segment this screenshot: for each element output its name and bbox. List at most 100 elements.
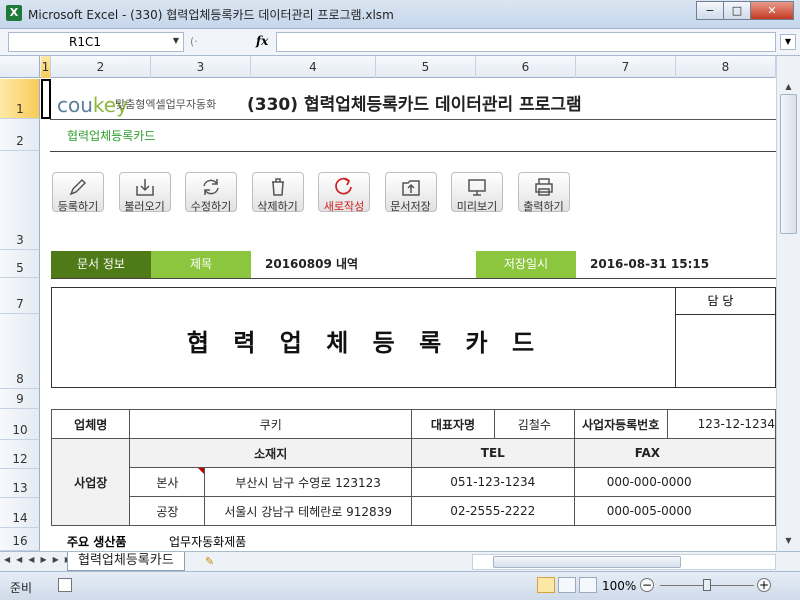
name-box[interactable]: R1C1 ▼ xyxy=(8,32,184,52)
company-info-table: 업체명 쿠키 대표자명 김철수 사업자등록번호 123-12-1234 사업장 … xyxy=(50,409,776,526)
expand-formula-bar-icon[interactable]: ▼ xyxy=(780,34,796,50)
saved-at-value[interactable]: 2016-08-31 15:15 xyxy=(576,251,776,278)
ceo-name-value[interactable]: 김철수 xyxy=(494,409,575,439)
row-header[interactable]: 13 xyxy=(0,469,40,498)
business-number-label: 사업자등록번호 xyxy=(573,409,668,439)
restore-button[interactable]: □ xyxy=(723,1,751,20)
row-header[interactable]: 3 xyxy=(0,151,40,250)
zoom-slider-thumb[interactable] xyxy=(703,579,711,591)
action-toolbar: 등록하기 불러오기 수정하기 삭제하기 새로작성 문서저장 미리보기 출력하기 xyxy=(51,172,583,214)
site-label: 사업장 xyxy=(50,438,131,526)
sheet-tab-active[interactable]: 협력업체등록카드 xyxy=(67,552,185,571)
column-header[interactable]: 2 xyxy=(51,56,151,78)
card-title-box[interactable]: 협 력 업 체 등 록 카 드 xyxy=(51,287,676,388)
preview-button[interactable]: 미리보기 xyxy=(450,172,504,214)
row-header[interactable]: 5 xyxy=(0,250,40,278)
column-header[interactable]: 1 xyxy=(41,56,51,78)
row-header[interactable]: 9 xyxy=(0,389,40,409)
download-icon xyxy=(135,179,154,196)
address-cell[interactable]: 부산시 남구 수영로 123123 xyxy=(204,467,412,497)
company-name-value[interactable]: 쿠키 xyxy=(129,409,412,439)
new-button[interactable]: 새로작성 xyxy=(317,172,371,214)
ceo-name-label: 대표자명 xyxy=(410,409,496,439)
sheet-subtitle: 협력업체등록카드 xyxy=(67,129,156,143)
vertical-scroll-thumb[interactable] xyxy=(780,94,797,234)
divider xyxy=(51,278,776,279)
normal-view-icon[interactable] xyxy=(537,577,555,593)
row-header[interactable]: 16 xyxy=(0,528,40,551)
row-header[interactable]: 2 xyxy=(0,119,40,151)
horizontal-scrollbar[interactable] xyxy=(472,554,776,570)
site-type-cell[interactable]: 본사 xyxy=(129,467,206,497)
load-button[interactable]: 불러오기 xyxy=(118,172,172,214)
vertical-scrollbar[interactable]: ▲ ▼ xyxy=(776,56,800,551)
horizontal-scroll-thumb[interactable] xyxy=(493,556,681,568)
table-row: 본사 부산시 남구 수영로 123123 051-123-1234 000-00… xyxy=(52,467,776,497)
insert-function-icon[interactable]: fx xyxy=(256,34,268,48)
scroll-up-icon[interactable]: ▲ xyxy=(780,78,797,95)
excel-app-icon[interactable]: X xyxy=(6,5,22,21)
title-label: 제목 xyxy=(151,251,251,278)
column-header[interactable]: 7 xyxy=(576,56,676,78)
tel-cell[interactable]: 02-2555-2222 xyxy=(410,496,575,526)
tel-label: TEL xyxy=(410,438,575,468)
zoom-in-icon[interactable]: + xyxy=(757,578,771,592)
register-button[interactable]: 등록하기 xyxy=(51,172,105,214)
macro-record-icon[interactable] xyxy=(58,578,72,592)
sheet-tab-bar: ◀◀◀▶▶▶ 협력업체등록카드 ✎ xyxy=(0,551,800,571)
column-header[interactable]: 3 xyxy=(151,56,251,78)
zoom-out-icon[interactable]: − xyxy=(640,578,654,592)
row-header[interactable]: 14 xyxy=(0,498,40,528)
approval-label: 담 당 xyxy=(676,288,775,315)
title-value[interactable]: 20160809 내역 xyxy=(251,251,476,278)
worksheet[interactable]: coukey 맞춤형엑셀업무자동화 (330) 협력업체등록카드 데이터관리 프… xyxy=(41,79,776,551)
document-info-row: 문서 정보 제목 20160809 내역 저장일시 2016-08-31 15:… xyxy=(51,251,776,278)
row-header[interactable]: 1 xyxy=(0,79,40,119)
business-number-value[interactable]: 123-12-1234 xyxy=(666,409,776,439)
column-header[interactable]: 6 xyxy=(476,56,576,78)
upload-icon xyxy=(401,180,420,196)
saved-at-label: 저장일시 xyxy=(476,251,576,278)
page-break-view-icon[interactable] xyxy=(579,577,597,593)
delete-button[interactable]: 삭제하기 xyxy=(251,172,305,214)
row-header[interactable]: 10 xyxy=(0,409,40,440)
formula-bar: R1C1 ▼ (· fx ▼ xyxy=(0,29,800,56)
column-headers: 1 2 3 4 5 6 7 8 xyxy=(0,56,800,78)
document-info-label: 문서 정보 xyxy=(51,251,151,278)
zoom-level[interactable]: 100% xyxy=(602,579,636,593)
print-button-label: 출력하기 xyxy=(523,200,564,213)
products-value[interactable]: 업무자동화제품 xyxy=(169,533,246,550)
edit-button[interactable]: 수정하기 xyxy=(184,172,238,214)
close-button[interactable]: ✕ xyxy=(750,1,794,20)
select-all-corner[interactable] xyxy=(0,56,40,78)
divider xyxy=(50,119,776,120)
formula-input[interactable] xyxy=(276,32,776,52)
chevron-down-icon[interactable]: ▼ xyxy=(173,36,179,45)
row-header[interactable]: 8 xyxy=(0,314,40,389)
name-box-value: R1C1 xyxy=(69,35,101,49)
logo-tagline: 맞춤형엑셀업무자동화 xyxy=(115,98,217,111)
scroll-down-icon[interactable]: ▼ xyxy=(780,532,797,549)
address-cell[interactable]: 서울시 강남구 테헤란로 912839 xyxy=(204,496,412,526)
minimize-button[interactable]: − xyxy=(696,1,724,20)
fax-cell[interactable]: 000-000-0000 xyxy=(573,467,776,497)
tel-cell[interactable]: 051-123-1234 xyxy=(410,467,575,497)
new-icon xyxy=(335,177,352,195)
insert-sheet-icon[interactable]: ✎ xyxy=(205,555,214,568)
row-header[interactable]: 7 xyxy=(0,278,40,314)
divider xyxy=(50,151,776,152)
column-header[interactable]: 8 xyxy=(676,56,776,78)
sheet-nav-icon[interactable]: ◀◀◀▶▶▶ xyxy=(4,555,77,564)
monitor-icon xyxy=(468,179,486,196)
approval-box[interactable]: 담 당 xyxy=(676,287,776,388)
new-button-label: 새로작성 xyxy=(323,200,365,213)
column-header[interactable]: 5 xyxy=(376,56,476,78)
page-layout-view-icon[interactable] xyxy=(558,577,576,593)
site-type-cell[interactable]: 공장 xyxy=(129,496,206,526)
column-header[interactable]: 4 xyxy=(251,56,376,78)
active-cell[interactable] xyxy=(41,79,51,119)
save-document-button[interactable]: 문서저장 xyxy=(384,172,438,214)
row-header[interactable]: 12 xyxy=(0,440,40,469)
print-button[interactable]: 출력하기 xyxy=(517,172,571,214)
fax-cell[interactable]: 000-005-0000 xyxy=(573,496,776,526)
